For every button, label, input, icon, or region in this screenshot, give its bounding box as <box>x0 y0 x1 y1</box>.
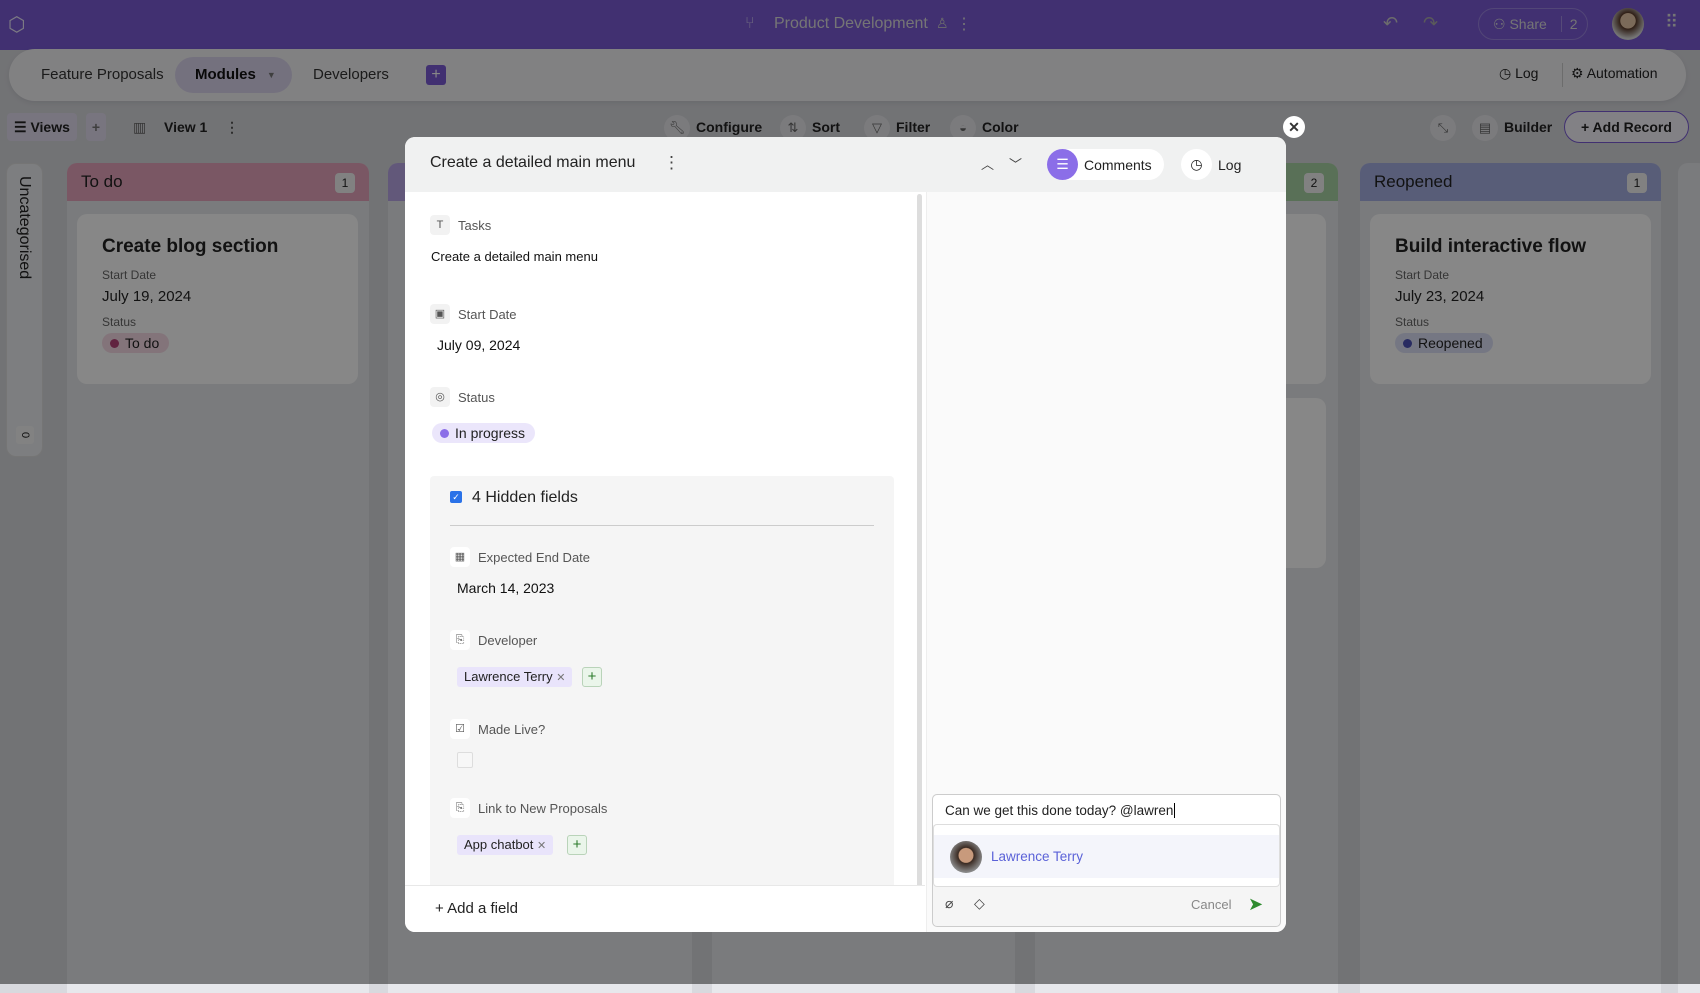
label-text: Developer <box>478 632 538 648</box>
modal-footer: + Add a field <box>405 885 925 932</box>
add-field-button[interactable]: + Add a field <box>435 900 518 917</box>
made-live-checkbox[interactable] <box>457 752 473 768</box>
add-developer-button[interactable]: + <box>582 667 602 687</box>
status-icon: ◎ <box>430 387 450 407</box>
record-options-icon[interactable]: ⋮ <box>663 153 680 173</box>
link-record-icon: ⎘ <box>450 630 470 650</box>
scrollbar[interactable] <box>917 194 922 914</box>
proposal-chip: App chatbot ✕ <box>457 835 554 855</box>
send-icon[interactable]: ➤ <box>1248 894 1263 915</box>
mention-dropdown: Lawrence Terry <box>933 824 1280 887</box>
hidden-fields-checkbox[interactable]: ✓ <box>450 491 462 503</box>
hidden-fields-section: ✓ 4 Hidden fields ▦ Expected End Date Mar… <box>430 476 894 896</box>
field-value-start-date[interactable]: July 09, 2024 <box>437 337 520 353</box>
remove-chip-icon[interactable]: ✕ <box>556 672 565 684</box>
field-label-tasks: T Tasks <box>430 215 491 235</box>
label-text: Link to New Proposals <box>478 800 608 816</box>
field-label-status: ◎ Status <box>430 387 495 407</box>
field-label-made-live: ☑ Made Live? <box>450 719 545 739</box>
field-label-link-proposals: ⎘ Link to New Proposals <box>450 798 607 818</box>
remove-chip-icon[interactable]: ✕ <box>537 840 546 852</box>
comment-text: Can we get this done today? @lawren <box>945 803 1174 818</box>
developer-chip: Lawrence Terry ✕ <box>457 667 573 687</box>
comments-label: Comments <box>1084 156 1152 173</box>
mention-option[interactable]: Lawrence Terry <box>934 835 1279 878</box>
comment-input[interactable]: Can we get this done today? @lawren <box>933 795 1280 825</box>
label-text: Start Date <box>458 306 517 322</box>
field-value-end-date[interactable]: March 14, 2023 <box>457 580 554 596</box>
status-dot <box>440 429 449 438</box>
add-proposal-button[interactable]: + <box>567 835 587 855</box>
timer-icon: ◷ <box>1181 149 1212 180</box>
text-field-icon: T <box>430 215 450 235</box>
hidden-fields-title[interactable]: 4 Hidden fields <box>472 489 578 507</box>
status-select[interactable]: In progress <box>432 423 536 443</box>
chip-label: App chatbot <box>464 837 534 852</box>
mention-avatar <box>950 840 982 873</box>
divider <box>450 525 874 526</box>
comment-box: Can we get this done today? @lawren Lawr… <box>932 794 1281 927</box>
calendar-icon: ▣ <box>430 304 450 324</box>
close-icon: ✕ <box>1288 119 1300 135</box>
close-modal-button[interactable]: ✕ <box>1283 116 1305 138</box>
label-text: Made Live? <box>478 721 546 737</box>
record-modal: Create a detailed main menu ⋮ ︿ ﹀ ☰ Comme… <box>405 137 1286 932</box>
tag-icon[interactable]: ◇ <box>974 895 985 912</box>
text-cursor <box>1174 803 1176 818</box>
comments-tab[interactable]: ☰ Comments <box>1047 149 1164 180</box>
field-label-end-date: ▦ Expected End Date <box>450 547 590 567</box>
comments-pane: Can we get this done today? @lawren Lawr… <box>926 192 1286 932</box>
chip-label: Lawrence Terry <box>464 669 553 684</box>
comment-icon: ☰ <box>1047 149 1078 180</box>
label-text: Expected End Date <box>478 549 591 565</box>
checkbox-field-icon: ☑ <box>450 719 470 739</box>
previous-record-icon[interactable]: ︿ <box>981 154 994 173</box>
attach-icon[interactable]: ⌀ <box>945 895 953 912</box>
link-record-icon: ⎘ <box>450 798 470 818</box>
log-tab-label: Log <box>1218 156 1242 173</box>
label-text: Status <box>458 389 495 405</box>
field-label-developer: ⎘ Developer <box>450 630 537 650</box>
field-label-start-date: ▣ Start Date <box>430 304 517 324</box>
log-tab[interactable]: ◷ Log <box>1181 149 1241 180</box>
modal-header: Create a detailed main menu ⋮ ︿ ﹀ ☰ Comme… <box>405 137 1286 192</box>
field-value-tasks[interactable]: Create a detailed main menu <box>431 249 598 264</box>
mention-name: Lawrence Terry <box>991 849 1084 864</box>
label-text: Tasks <box>458 217 492 233</box>
calendar-icon: ▦ <box>450 547 470 567</box>
status-badge: In progress <box>432 423 536 443</box>
status-text: In progress <box>455 425 526 441</box>
next-record-icon[interactable]: ﹀ <box>1009 154 1022 173</box>
cancel-comment-button[interactable]: Cancel <box>1191 897 1231 912</box>
modal-title: Create a detailed main menu <box>430 154 636 171</box>
